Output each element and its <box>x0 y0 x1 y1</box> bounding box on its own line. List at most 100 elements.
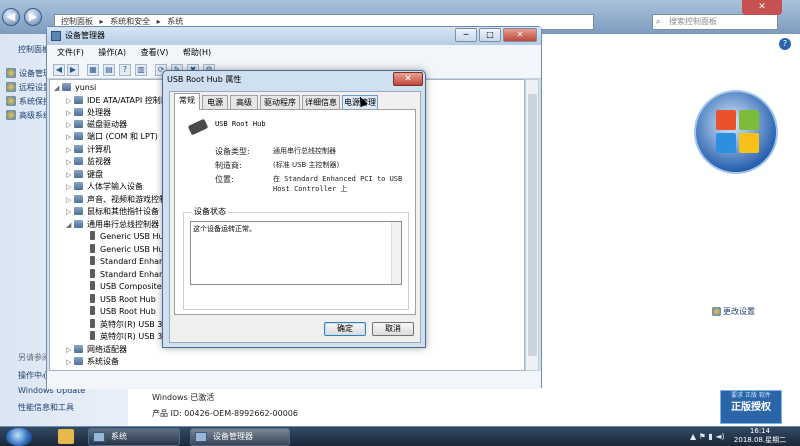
tree-usb-item[interactable]: 英特尔(R) USB 3. <box>90 331 165 343</box>
help-icon[interactable]: ? <box>779 38 791 50</box>
change-settings-link[interactable]: 更改设置 <box>712 306 755 317</box>
view-icon[interactable]: ▥ <box>135 64 147 76</box>
expand-icon[interactable]: ▷ <box>66 181 74 193</box>
tree-item[interactable]: ▷ 系统设备 <box>66 356 119 368</box>
device-category-icon <box>74 182 83 190</box>
tree-usb-item[interactable]: USB Composite <box>90 281 162 293</box>
properties-icon[interactable]: ▤ <box>103 64 115 76</box>
tree-item[interactable]: ▷ 键盘 <box>66 169 103 181</box>
breadcrumb-system-security[interactable]: 系统和安全 <box>110 17 150 26</box>
tree-item[interactable]: ▷ 鼠标和其他指针设备 <box>66 206 159 218</box>
explorer-pin-icon[interactable] <box>58 429 74 444</box>
tab-general[interactable]: 常规 <box>174 93 200 110</box>
tree-scrollbar[interactable] <box>525 79 539 371</box>
ok-button[interactable]: 确定 <box>324 322 366 336</box>
expand-icon[interactable]: ▷ <box>66 144 74 156</box>
tree-usb-item[interactable]: Generic USB Hu <box>90 231 164 243</box>
search-placeholder: 搜索控制面板 <box>669 17 717 26</box>
menu-file[interactable]: 文件(F) <box>57 48 84 57</box>
scrollbar-thumb[interactable] <box>528 94 537 356</box>
cancel-button[interactable]: 取消 <box>372 322 414 336</box>
close-button[interactable]: ✕ <box>503 28 537 42</box>
collapse-icon[interactable]: ◢ <box>66 219 74 231</box>
sidebar-item-protection[interactable]: 系统保护 <box>6 96 51 107</box>
device-category-icon <box>74 132 83 140</box>
tree-item[interactable]: ▷ 计算机 <box>66 144 111 156</box>
device-category-icon <box>74 207 83 215</box>
expand-icon[interactable]: ▷ <box>66 356 74 368</box>
breadcrumb-system[interactable]: 系统 <box>167 17 183 26</box>
clock-date: 2018.08.星期二 <box>733 436 787 444</box>
show-hide-tree-icon[interactable]: ▦ <box>87 64 99 76</box>
tree-root[interactable]: ◢ yunsi <box>54 82 96 94</box>
breadcrumb-separator-icon: ▸ <box>156 17 161 26</box>
tree-item[interactable]: ▷ 监视器 <box>66 156 111 168</box>
expand-icon[interactable]: ▷ <box>66 95 74 107</box>
start-button[interactable] <box>6 428 32 446</box>
tree-item[interactable]: ▷ 端口 (COM 和 LPT) <box>66 131 158 143</box>
tree-usb-item[interactable]: 英特尔(R) USB 3. <box>90 319 165 331</box>
device-status-text[interactable]: 这个设备运转正常。 <box>190 221 402 285</box>
link-performance[interactable]: 性能信息和工具 <box>18 402 74 413</box>
back-icon[interactable]: ◀ <box>2 8 20 26</box>
expand-icon[interactable]: ▷ <box>66 344 74 356</box>
tree-item[interactable]: ▷ 网络适配器 <box>66 344 127 356</box>
device-manager-titlebar[interactable]: 设备管理器 ─ □ ✕ <box>47 27 541 45</box>
minimize-button[interactable]: ─ <box>455 28 477 42</box>
tree-label: 监视器 <box>87 157 111 166</box>
tree-item[interactable]: ▷ 人体学输入设备 <box>66 181 143 193</box>
search-input[interactable]: ⌕ 搜索控制面板 <box>652 14 778 30</box>
tree-item[interactable]: ◢ 通用串行总线控制器 <box>66 219 159 231</box>
menu-action[interactable]: 操作(A) <box>98 48 126 57</box>
tree-usb-item[interactable]: Standard Enhan <box>90 269 164 281</box>
status-scrollbar[interactable] <box>391 222 401 284</box>
sidebar-item-remote[interactable]: 远程设置 <box>6 82 51 93</box>
usb-icon <box>90 319 95 328</box>
system-close-button[interactable]: ✕ <box>742 0 782 15</box>
device-type-label: 设备类型: <box>215 147 250 156</box>
tab-power[interactable]: 电源 <box>202 95 228 109</box>
device-category-icon <box>74 108 83 116</box>
tab-driver[interactable]: 驱动程序 <box>260 95 300 109</box>
tree-label: 英特尔(R) USB 3. <box>100 332 165 341</box>
collapse-icon[interactable]: ◢ <box>54 82 62 94</box>
expand-icon[interactable]: ▷ <box>66 107 74 119</box>
taskbar-device-manager-button[interactable]: 设备管理器 <box>190 428 290 446</box>
back-icon[interactable]: ◀ <box>53 64 65 76</box>
expand-icon[interactable]: ▷ <box>66 169 74 181</box>
tree-usb-item[interactable]: USB Root Hub <box>90 306 156 318</box>
clock[interactable]: 16:14 2018.08.星期二 <box>730 427 790 445</box>
maximize-button[interactable]: □ <box>479 28 501 42</box>
genuine-badge[interactable]: 要求 正版 软件 正版授权 <box>720 390 782 424</box>
activation-status: Windows 已激活 <box>152 393 215 402</box>
system-tray[interactable]: ▲ ⚑ ▮ ◄) <box>690 432 725 441</box>
computer-icon <box>62 83 71 91</box>
breadcrumb-control-panel[interactable]: 控制面板 <box>61 17 93 26</box>
tab-details[interactable]: 详细信息 <box>302 95 340 109</box>
dialog-close-button[interactable]: ✕ <box>393 72 423 86</box>
expand-icon[interactable]: ▷ <box>66 156 74 168</box>
tree-label: yunsi <box>75 83 97 92</box>
help-icon[interactable]: ? <box>119 64 131 76</box>
expand-icon[interactable]: ▷ <box>66 131 74 143</box>
tree-item[interactable]: ▷ 处理器 <box>66 107 111 119</box>
forward-icon[interactable]: ▶ <box>67 64 79 76</box>
menu-view[interactable]: 查看(V) <box>141 48 169 57</box>
expand-icon[interactable]: ▷ <box>66 206 74 218</box>
shield-icon <box>6 110 16 120</box>
taskbar-system-button[interactable]: 系统 <box>88 428 180 446</box>
expand-icon[interactable]: ▷ <box>66 194 74 206</box>
tree-item[interactable]: ▷ 声音、视频和游戏控制器 <box>66 194 175 206</box>
tree-usb-item[interactable]: Standard Enhan <box>90 256 164 268</box>
forward-icon[interactable]: ▶ <box>24 8 42 26</box>
tree-item[interactable]: ▷ 磁盘驱动器 <box>66 119 127 131</box>
tab-advanced[interactable]: 高级 <box>230 95 258 109</box>
menu-help[interactable]: 帮助(H) <box>183 48 211 57</box>
manufacturer-value: (标准 USB 主控制器) <box>273 161 340 169</box>
tree-usb-item[interactable]: Generic USB Hu <box>90 244 164 256</box>
tree-usb-item[interactable]: USB Root Hub <box>90 294 156 306</box>
expand-icon[interactable]: ▷ <box>66 119 74 131</box>
tree-item[interactable]: ▷ IDE ATA/ATAPI 控制器 <box>66 95 169 107</box>
general-tab-panel: USB Root Hub 设备类型: 通用串行总线控制器 制造商: (标准 US… <box>174 109 416 315</box>
dialog-body: 常规 电源 高级 驱动程序 详细信息 电源管理 USB Root Hub 设备类… <box>169 91 421 343</box>
